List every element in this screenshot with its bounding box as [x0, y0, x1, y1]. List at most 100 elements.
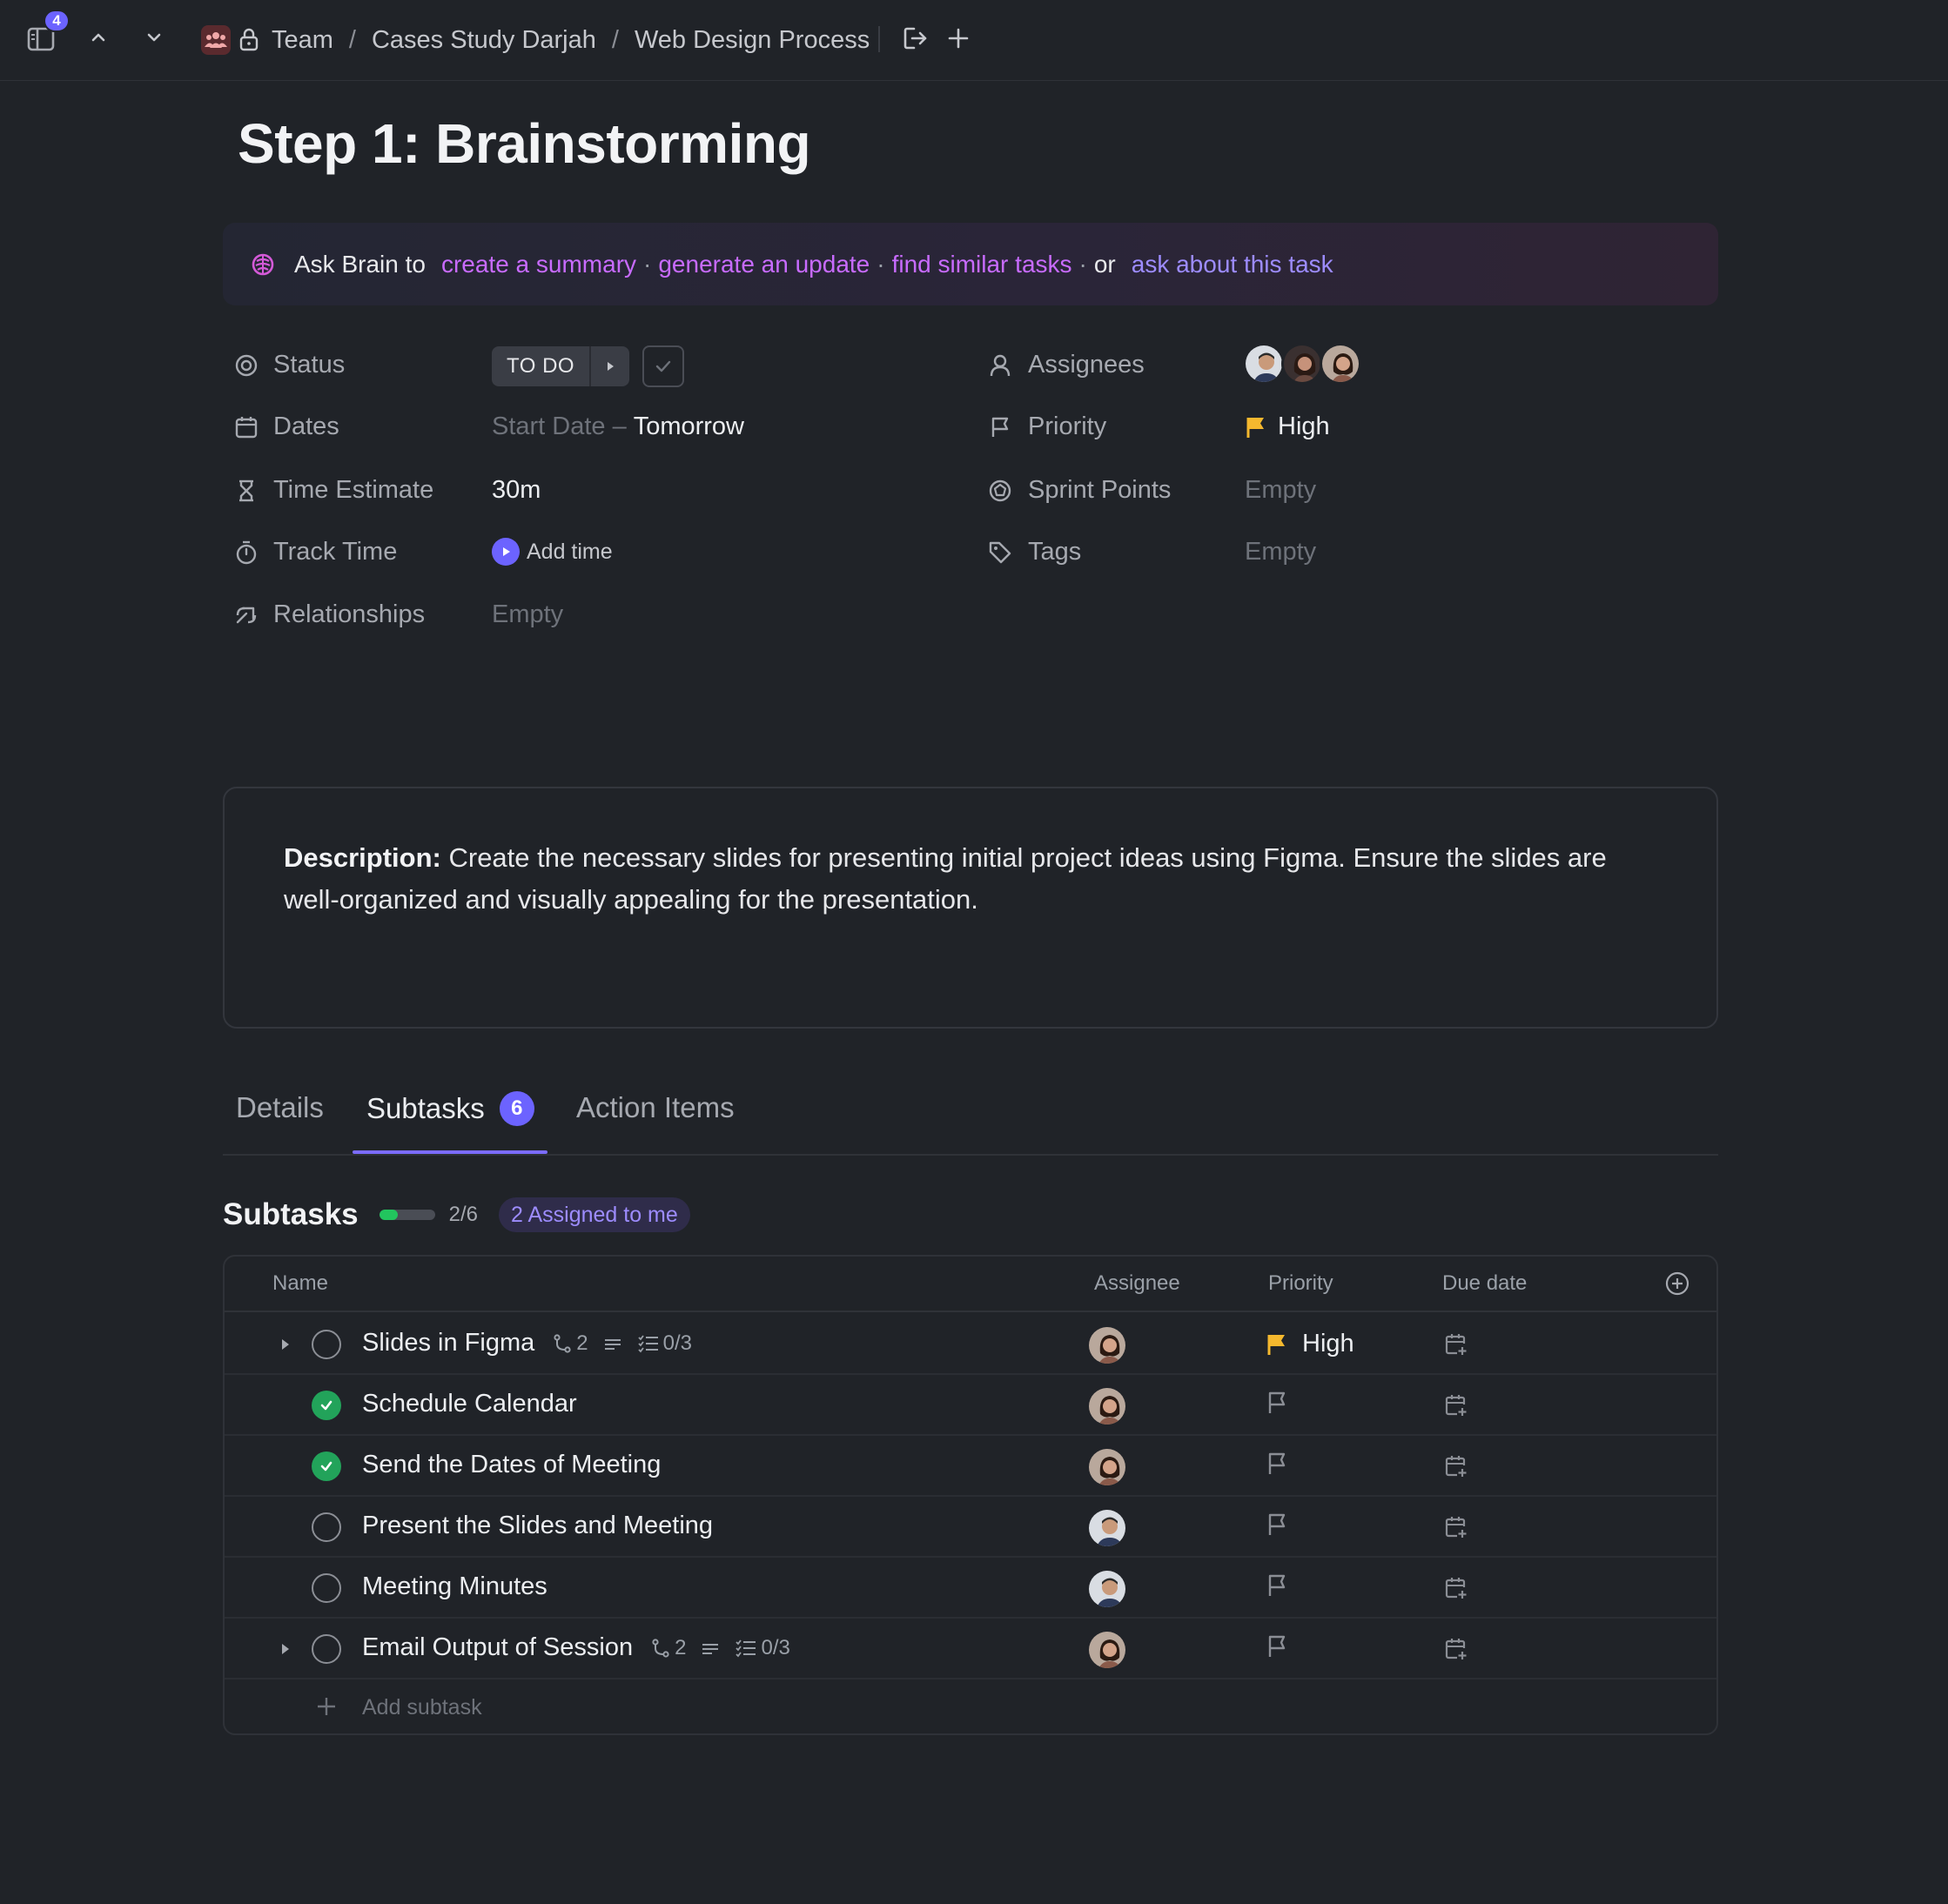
- tab-details[interactable]: Details: [236, 1091, 324, 1124]
- add-subtask-row[interactable]: Add subtask: [225, 1678, 1716, 1733]
- avatar[interactable]: [1086, 1629, 1128, 1671]
- description-body: Create the necessary slides for presenti…: [284, 842, 1607, 915]
- priority-high-flag-icon: [1266, 1332, 1288, 1357]
- avatar[interactable]: [1086, 1324, 1128, 1366]
- complete-checkbox[interactable]: [642, 345, 685, 387]
- dependency-icon: [552, 1333, 573, 1354]
- chevron-up-icon[interactable]: [85, 24, 111, 50]
- flag-icon[interactable]: [1266, 1573, 1288, 1598]
- calendar-add-icon[interactable]: [1443, 1636, 1469, 1662]
- find-similar-tasks-link[interactable]: find similar tasks: [892, 251, 1072, 278]
- priority-value[interactable]: High: [1245, 412, 1330, 441]
- table-row[interactable]: Present the Slides and Meeting: [225, 1497, 1716, 1558]
- subtask-name[interactable]: Send the Dates of Meeting: [362, 1451, 661, 1479]
- share-icon[interactable]: [902, 23, 930, 53]
- completed-check-icon[interactable]: [312, 1451, 341, 1481]
- tab-action-items[interactable]: Action Items: [576, 1091, 735, 1124]
- status-circle-icon[interactable]: [312, 1634, 341, 1664]
- table-row[interactable]: Meeting Minutes: [225, 1558, 1716, 1619]
- plus-icon[interactable]: [945, 23, 971, 53]
- caret-right-icon[interactable]: [589, 346, 629, 386]
- breadcrumb-list[interactable]: Web Design Process: [635, 26, 870, 55]
- table-header: Name Assignee Priority Due date: [225, 1257, 1716, 1312]
- priority-cell[interactable]: High: [1266, 1330, 1354, 1358]
- table-row[interactable]: Slides in Figma 2 0/3 High: [225, 1314, 1716, 1375]
- hourglass-icon: [233, 478, 259, 504]
- column-assignee[interactable]: Assignee: [1094, 1271, 1180, 1296]
- expand-caret-icon[interactable]: [279, 1336, 292, 1353]
- calendar-add-icon[interactable]: [1443, 1331, 1469, 1358]
- dates-label: Dates: [273, 412, 339, 440]
- add-time-button[interactable]: Add time: [492, 538, 613, 566]
- column-due-date[interactable]: Due date: [1442, 1271, 1527, 1296]
- status-circle-icon[interactable]: [312, 1573, 341, 1603]
- calendar-add-icon[interactable]: [1443, 1514, 1469, 1540]
- progress-fill: [379, 1210, 398, 1220]
- time-estimate-value[interactable]: 30m: [492, 476, 541, 505]
- flag-icon[interactable]: [1266, 1634, 1288, 1659]
- column-priority[interactable]: Priority: [1268, 1271, 1333, 1296]
- assignees-value[interactable]: [1243, 343, 1361, 385]
- status-dropdown[interactable]: TO DO: [492, 346, 630, 386]
- column-name[interactable]: Name: [272, 1271, 328, 1296]
- subtask-meta: 2 0/3: [548, 1331, 692, 1356]
- avatar[interactable]: [1281, 343, 1323, 385]
- subtask-name[interactable]: Schedule Calendar: [362, 1390, 577, 1418]
- add-subtask-label: Add subtask: [362, 1695, 482, 1720]
- flag-icon[interactable]: [1266, 1512, 1288, 1537]
- avatar[interactable]: [1243, 343, 1285, 385]
- table-row[interactable]: Send the Dates of Meeting: [225, 1436, 1716, 1497]
- subtasks-header: Subtasks 2/6 2 Assigned to me: [223, 1194, 690, 1236]
- tags-value[interactable]: Empty: [1245, 538, 1316, 567]
- chevron-down-icon[interactable]: [141, 24, 167, 50]
- avatar[interactable]: [1086, 1446, 1128, 1488]
- team-icon[interactable]: [201, 25, 231, 55]
- calendar-add-icon[interactable]: [1443, 1575, 1469, 1601]
- relationships-value[interactable]: Empty: [492, 600, 563, 629]
- ask-about-task-link[interactable]: ask about this task: [1132, 251, 1333, 278]
- status-circle-icon[interactable]: [312, 1330, 341, 1359]
- calendar-add-icon[interactable]: [1443, 1453, 1469, 1479]
- subtask-name-text: Meeting Minutes: [362, 1572, 547, 1600]
- breadcrumb-team[interactable]: Team: [272, 26, 333, 55]
- flag-icon[interactable]: [1266, 1451, 1288, 1476]
- sprint-points-icon: [987, 478, 1013, 504]
- breadcrumb-folder[interactable]: Cases Study Darjah: [372, 26, 596, 55]
- status-icon: [233, 352, 259, 379]
- assigned-to-me-filter[interactable]: 2 Assigned to me: [499, 1197, 690, 1232]
- plus-icon: [315, 1695, 338, 1718]
- completed-check-icon[interactable]: [312, 1391, 341, 1420]
- subtask-name[interactable]: Email Output of Session 2 0/3: [362, 1633, 790, 1662]
- avatar[interactable]: [1086, 1507, 1128, 1549]
- table-row[interactable]: Email Output of Session 2 0/3: [225, 1619, 1716, 1679]
- calendar-add-icon[interactable]: [1443, 1392, 1469, 1418]
- status-label: Status: [273, 351, 346, 379]
- task-title[interactable]: Step 1: Brainstorming: [238, 111, 811, 176]
- tab-bar: Details Subtasks 6 Action Items: [223, 1079, 1718, 1156]
- checklist-icon: [637, 1333, 660, 1354]
- description-box[interactable]: Description: Create the necessary slides…: [223, 787, 1718, 1029]
- avatar[interactable]: [1086, 1568, 1128, 1610]
- avatar[interactable]: [1086, 1385, 1128, 1427]
- subtask-name-text: Present the Slides and Meeting: [362, 1512, 714, 1539]
- subtask-name[interactable]: Slides in Figma 2 0/3: [362, 1329, 692, 1358]
- avatar[interactable]: [1320, 343, 1361, 385]
- status-circle-icon[interactable]: [312, 1512, 341, 1542]
- separator-dot: ·: [643, 250, 652, 278]
- subtask-name[interactable]: Present the Slides and Meeting: [362, 1512, 713, 1540]
- active-tab-indicator: [353, 1150, 547, 1154]
- sprint-points-value[interactable]: Empty: [1245, 476, 1316, 505]
- dates-value[interactable]: Start Date – Tomorrow: [492, 412, 744, 441]
- generate-update-link[interactable]: generate an update: [658, 251, 870, 278]
- subtask-name[interactable]: Meeting Minutes: [362, 1572, 547, 1601]
- dependency-icon: [650, 1638, 671, 1659]
- create-summary-link[interactable]: create a summary: [441, 251, 636, 278]
- flag-icon[interactable]: [1266, 1391, 1288, 1415]
- start-date[interactable]: Start Date: [492, 412, 606, 441]
- tab-details-label: Details: [236, 1091, 324, 1123]
- tab-subtasks[interactable]: Subtasks 6: [366, 1091, 534, 1126]
- table-row[interactable]: Schedule Calendar: [225, 1375, 1716, 1436]
- expand-caret-icon[interactable]: [279, 1640, 292, 1658]
- add-column-icon[interactable]: [1664, 1270, 1690, 1297]
- due-date[interactable]: Tomorrow: [634, 412, 744, 441]
